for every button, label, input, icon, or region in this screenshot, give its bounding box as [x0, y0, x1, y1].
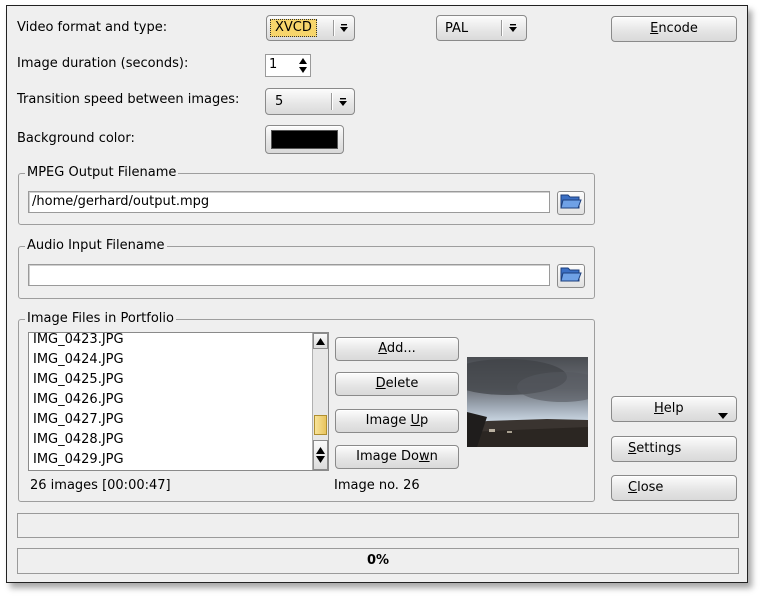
progress-text: 0%: [366, 553, 390, 568]
help-button[interactable]: Help: [611, 396, 737, 422]
color-swatch: [271, 130, 338, 149]
close-button[interactable]: Close: [611, 475, 737, 501]
audio-input-frame: Audio Input Filename: [18, 238, 595, 299]
status-bar: [17, 513, 739, 538]
transition-speed-label: Transition speed between images:: [17, 92, 240, 107]
open-folder-icon: [560, 265, 582, 287]
image-down-button[interactable]: Image Down: [335, 445, 459, 469]
image-file-list[interactable]: IMG_0423.JPG IMG_0424.JPG IMG_0425.JPG IMG_…: [28, 332, 329, 471]
video-format-combo[interactable]: XVCD: [266, 15, 355, 41]
image-duration-value: 1: [269, 57, 278, 72]
encode-button[interactable]: Encode: [611, 16, 737, 42]
down-arrow-icon: [507, 22, 519, 34]
scroll-down-buttons[interactable]: [313, 440, 328, 470]
add-button[interactable]: Add...: [335, 337, 459, 361]
list-scrollbar[interactable]: [312, 333, 328, 470]
scrollbar-thumb[interactable]: [314, 415, 327, 435]
mpeg-output-frame: MPEG Output Filename /home/gerhard/outpu…: [18, 165, 595, 225]
background-color-label: Background color:: [17, 131, 135, 146]
list-item[interactable]: IMG_0428.JPG: [29, 430, 312, 450]
up-arrow-icon: [316, 447, 325, 454]
caret-down-icon: [718, 405, 728, 429]
slideshow-dialog: Video format and type: XVCD PAL Encode I…: [6, 5, 748, 583]
mpeg-output-input[interactable]: /home/gerhard/output.mpg: [28, 191, 550, 213]
audio-input-browse-button[interactable]: [557, 264, 585, 288]
audio-input-title: Audio Input Filename: [25, 238, 167, 254]
open-folder-icon: [560, 192, 582, 214]
image-duration-label: Image duration (seconds):: [17, 56, 189, 71]
settings-button[interactable]: Settings: [611, 436, 737, 462]
portfolio-title: Image Files in Portfolio: [25, 311, 176, 327]
transition-speed-combo[interactable]: 5: [265, 88, 355, 115]
image-number: Image no. 26: [334, 478, 420, 493]
list-item[interactable]: IMG_0426.JPG: [29, 390, 312, 410]
list-item[interactable]: IMG_0423.JPG: [29, 333, 312, 350]
image-up-button[interactable]: Image Up: [335, 409, 459, 433]
list-item[interactable]: IMG_0427.JPG: [29, 410, 312, 430]
video-standard-combo[interactable]: PAL: [436, 15, 527, 41]
encode-progress-bar: 0%: [17, 548, 739, 574]
image-preview: [467, 357, 588, 447]
transition-speed-value: 5: [275, 94, 284, 109]
video-format-label: Video format and type:: [17, 20, 168, 35]
down-arrow-icon: [338, 22, 350, 34]
audio-input-input[interactable]: [28, 264, 550, 286]
image-duration-spinner[interactable]: 1: [265, 54, 311, 77]
mpeg-output-title: MPEG Output Filename: [25, 165, 179, 181]
background-color-button[interactable]: [265, 125, 344, 154]
list-item[interactable]: IMG_0429.JPG: [29, 450, 312, 470]
list-item[interactable]: IMG_0424.JPG: [29, 350, 312, 370]
delete-button[interactable]: Delete: [335, 372, 459, 396]
portfolio-frame: Image Files in Portfolio IMG_0423.JPG IMG…: [18, 311, 595, 502]
video-standard-value: PAL: [445, 20, 469, 36]
portfolio-summary: 26 images [00:00:47]: [30, 478, 171, 493]
video-format-value: XVCD: [270, 19, 317, 37]
up-arrow-icon[interactable]: [313, 333, 328, 349]
mpeg-output-browse-button[interactable]: [557, 191, 585, 215]
down-arrow-icon: [337, 96, 349, 108]
list-item[interactable]: IMG_0425.JPG: [29, 370, 312, 390]
down-arrow-icon: [316, 456, 325, 463]
spinner-arrows-icon[interactable]: [297, 56, 309, 75]
